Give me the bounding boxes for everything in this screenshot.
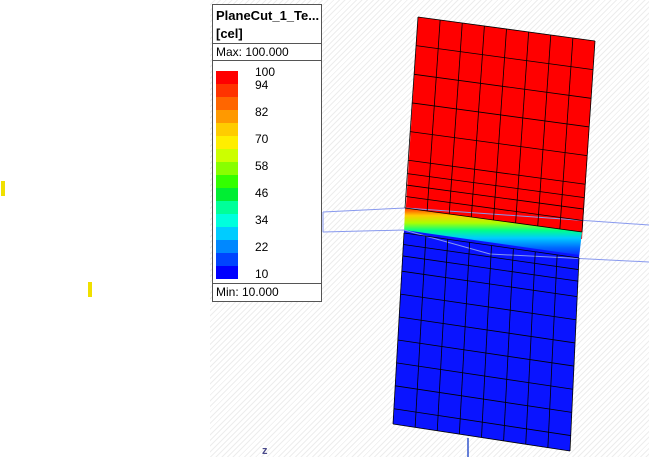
legend-min: Min: 10.000 (213, 283, 321, 301)
color-swatch (216, 214, 238, 227)
color-swatch (216, 136, 238, 149)
legend-max: Max: 100.000 (213, 44, 321, 61)
tick-94: 94 (255, 78, 269, 92)
tick-10: 10 (255, 267, 269, 281)
tick-100: 100 (255, 65, 276, 79)
color-swatch (216, 201, 238, 214)
color-swatch (216, 240, 238, 253)
axis-label-z: z (262, 445, 268, 457)
color-swatch (216, 110, 238, 123)
legend-unit: [cel] (213, 25, 321, 44)
color-swatch (216, 71, 238, 84)
cold-region (393, 230, 579, 451)
color-bar (216, 71, 238, 279)
tick-70: 70 (255, 132, 269, 146)
tick-58: 58 (255, 159, 269, 173)
color-swatch (216, 227, 238, 240)
tick-34: 34 (255, 213, 269, 227)
tick-22: 22 (255, 240, 269, 254)
color-swatch (216, 123, 238, 136)
left-panel (0, 0, 210, 457)
tick-82: 82 (255, 105, 269, 119)
color-swatch (216, 97, 238, 110)
marker-top (1, 181, 5, 196)
color-swatch (216, 253, 238, 266)
color-swatch (216, 84, 238, 97)
color-swatch (216, 188, 238, 201)
color-swatch (216, 162, 238, 175)
color-swatch (216, 175, 238, 188)
marker-bottom (88, 282, 92, 297)
legend-title: PlaneCut_1_Te... (216, 8, 320, 23)
color-legend[interactable]: PlaneCut_1_Te... [cel] Max: 100.000 100 … (212, 4, 322, 302)
color-swatch (216, 266, 238, 279)
color-swatch (216, 149, 238, 162)
tick-46: 46 (255, 186, 269, 200)
